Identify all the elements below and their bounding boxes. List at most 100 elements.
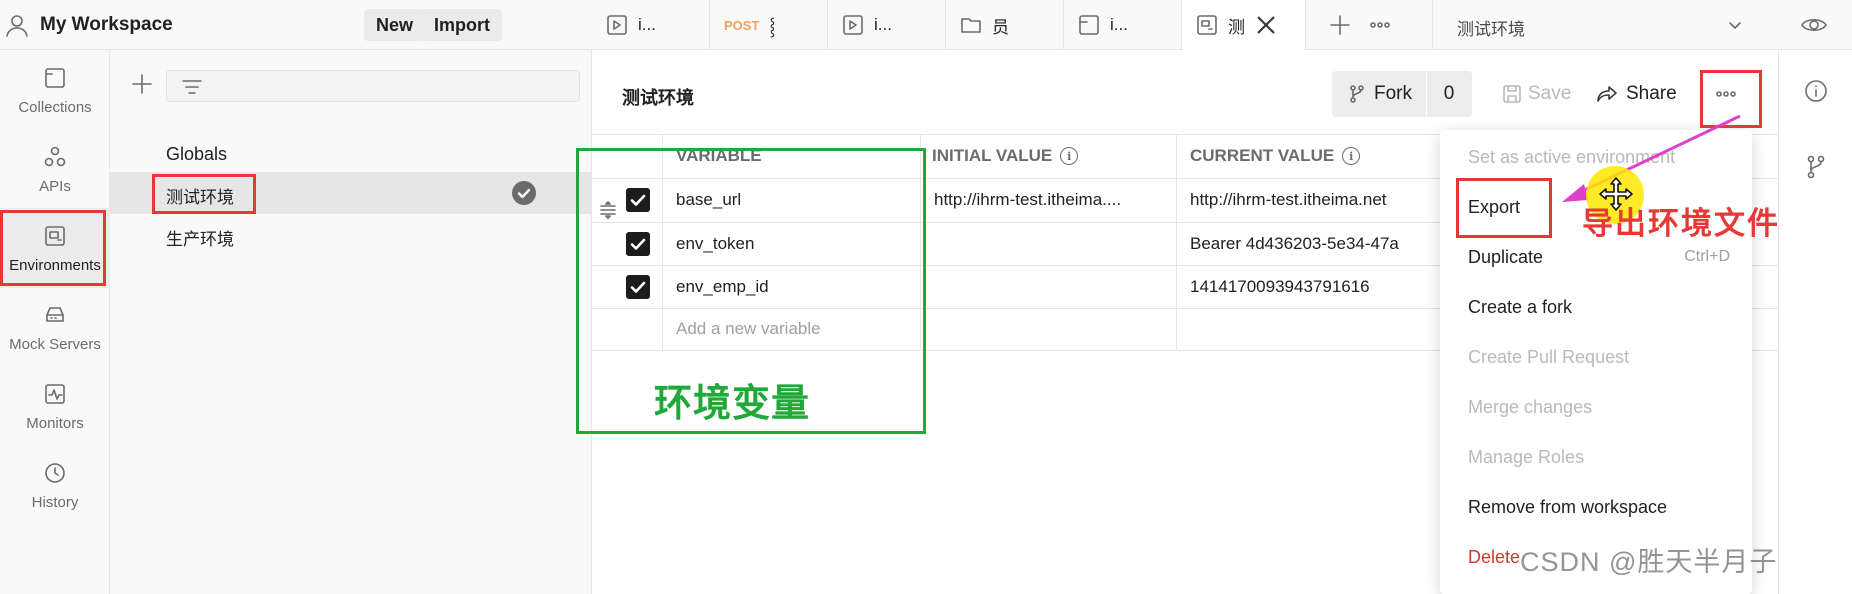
- table-border: [920, 134, 921, 350]
- close-icon[interactable]: [1255, 14, 1277, 36]
- info-icon[interactable]: [1803, 78, 1829, 104]
- add-environment-button[interactable]: [130, 72, 154, 96]
- tab-label: 测: [1228, 17, 1245, 37]
- sidebar-item-mock-servers[interactable]: Mock Servers: [0, 287, 110, 367]
- sidebar-item-label: APIs: [39, 177, 71, 195]
- more-icon: [1714, 89, 1738, 99]
- environment-selector[interactable]: 测试环境: [1432, 0, 1762, 50]
- filter-icon: [181, 77, 203, 97]
- menu-item-shortcut: Ctrl+D: [1684, 248, 1730, 265]
- fork-icon: [1348, 84, 1366, 104]
- variable-enabled-checkbox[interactable]: [626, 188, 650, 212]
- menu-item-create-fork[interactable]: Create a fork: [1440, 286, 1752, 328]
- annotation-arrow: [1562, 114, 1741, 202]
- monitors-icon: [42, 381, 68, 407]
- tab-collection[interactable]: i...: [1064, 0, 1182, 50]
- variable-name-cell[interactable]: env_emp_id: [676, 277, 769, 297]
- fork-label: Fork: [1374, 83, 1412, 104]
- http-method-badge: POST: [724, 17, 760, 33]
- history-icon: [42, 460, 68, 486]
- environment-item-label: 测试环境: [166, 188, 234, 207]
- more-tabs-icon[interactable]: [1368, 13, 1392, 37]
- share-button[interactable]: Share: [1596, 83, 1677, 105]
- left-sidebar: Collections APIs Environments Mock Serve…: [0, 50, 110, 594]
- variable-enabled-checkbox[interactable]: [626, 275, 650, 299]
- apis-icon: [42, 144, 68, 170]
- tab-request[interactable]: i...: [828, 0, 946, 50]
- info-icon[interactable]: i: [1060, 147, 1079, 165]
- tab-label: i...: [874, 15, 892, 34]
- share-label: Share: [1626, 83, 1677, 104]
- variable-enabled-checkbox[interactable]: [626, 232, 650, 256]
- tab-post-request[interactable]: POST ⸾: [710, 0, 828, 50]
- menu-item-merge-changes[interactable]: Merge changes: [1440, 386, 1752, 428]
- folder-icon: [960, 14, 982, 36]
- column-header-label: VARIABLE: [676, 146, 762, 165]
- user-icon[interactable]: [4, 12, 30, 38]
- menu-item-label: Delete: [1468, 547, 1521, 567]
- fork-button[interactable]: Fork 0: [1332, 71, 1472, 117]
- new-button[interactable]: New: [364, 9, 426, 41]
- collection-icon: [1078, 14, 1100, 36]
- sidebar-item-apis[interactable]: APIs: [0, 129, 110, 209]
- active-environment-check-icon[interactable]: [512, 181, 536, 205]
- menu-item-create-pull-request[interactable]: Create Pull Request: [1440, 336, 1752, 378]
- column-header-initial-value: INITIAL VALUE i: [932, 146, 1079, 166]
- tab-environment[interactable]: 测: [1182, 0, 1306, 50]
- environments-icon: [42, 223, 68, 249]
- current-value-cell[interactable]: 1414170093943791616: [1190, 277, 1370, 297]
- drag-handle-icon[interactable]: [598, 200, 618, 220]
- current-value-cell[interactable]: http://ihrm-test.itheima.net: [1190, 190, 1387, 210]
- sidebar-item-history[interactable]: History: [0, 445, 110, 525]
- menu-item-label: Merge changes: [1468, 397, 1593, 417]
- menu-item-remove-from-workspace[interactable]: Remove from workspace: [1440, 486, 1752, 528]
- table-border: [1176, 134, 1177, 350]
- tab-folder[interactable]: 员: [946, 0, 1064, 50]
- fork-count: 0: [1443, 83, 1455, 104]
- share-icon: [1596, 84, 1618, 104]
- menu-item-label: Duplicate: [1468, 247, 1544, 267]
- sidebar-item-label: Mock Servers: [9, 335, 101, 353]
- add-variable-input[interactable]: Add a new variable: [676, 319, 821, 339]
- sidebar-item-collections[interactable]: Collections: [0, 50, 110, 130]
- variable-name-cell[interactable]: env_token: [676, 234, 754, 254]
- environment-item-label: 生产环境: [166, 230, 234, 249]
- environment-item[interactable]: 生产环境: [110, 214, 592, 256]
- column-header-label: INITIAL VALUE: [932, 146, 1053, 165]
- table-border: [662, 134, 663, 350]
- sidebar-item-label: Collections: [18, 98, 92, 116]
- environment-list-panel: Globals 测试环境 生产环境: [110, 50, 592, 594]
- tab-label: i...: [638, 15, 656, 34]
- environment-selector-value: 测试环境: [1457, 20, 1525, 39]
- save-label: Save: [1528, 83, 1572, 104]
- collections-icon: [42, 65, 68, 91]
- filter-input[interactable]: [166, 70, 580, 102]
- save-button[interactable]: Save: [1502, 83, 1571, 105]
- column-header-current-value: CURRENT VALUE i: [1190, 146, 1361, 166]
- current-value-cell[interactable]: Bearer 4d436203-5e34-47a: [1190, 234, 1399, 254]
- globals-item[interactable]: Globals: [166, 144, 227, 165]
- export-annotation: 导出环境文件: [1582, 206, 1780, 242]
- workspace-title[interactable]: My Workspace: [40, 14, 173, 36]
- workspace-header: My Workspace New Import: [0, 0, 592, 50]
- environment-item[interactable]: 测试环境: [110, 172, 592, 214]
- initial-value-cell[interactable]: http://ihrm-test.itheima....: [934, 190, 1121, 210]
- variable-name-cell[interactable]: base_url: [676, 190, 741, 210]
- menu-item-label: Remove from workspace: [1468, 497, 1668, 517]
- tab-bar: i... POST ⸾ i... 员 i... 测 测试环境: [592, 0, 1852, 50]
- fork-icon[interactable]: [1805, 154, 1827, 180]
- environment-icon: [1196, 14, 1218, 36]
- new-tab-icon[interactable]: [1328, 13, 1352, 37]
- chevron-down-icon: [1726, 16, 1744, 34]
- import-button[interactable]: Import: [422, 9, 502, 41]
- sidebar-item-monitors[interactable]: Monitors: [0, 366, 110, 446]
- menu-item-label: Create Pull Request: [1468, 347, 1630, 367]
- eye-icon[interactable]: [1800, 13, 1828, 37]
- mock-servers-icon: [42, 302, 68, 328]
- tab-request[interactable]: i...: [592, 0, 710, 50]
- menu-item-manage-roles[interactable]: Manage Roles: [1440, 436, 1752, 478]
- info-icon[interactable]: i: [1342, 147, 1361, 165]
- menu-item-label: Manage Roles: [1468, 447, 1585, 467]
- sidebar-item-environments[interactable]: Environments: [0, 208, 110, 288]
- right-sidebar: [1778, 50, 1852, 594]
